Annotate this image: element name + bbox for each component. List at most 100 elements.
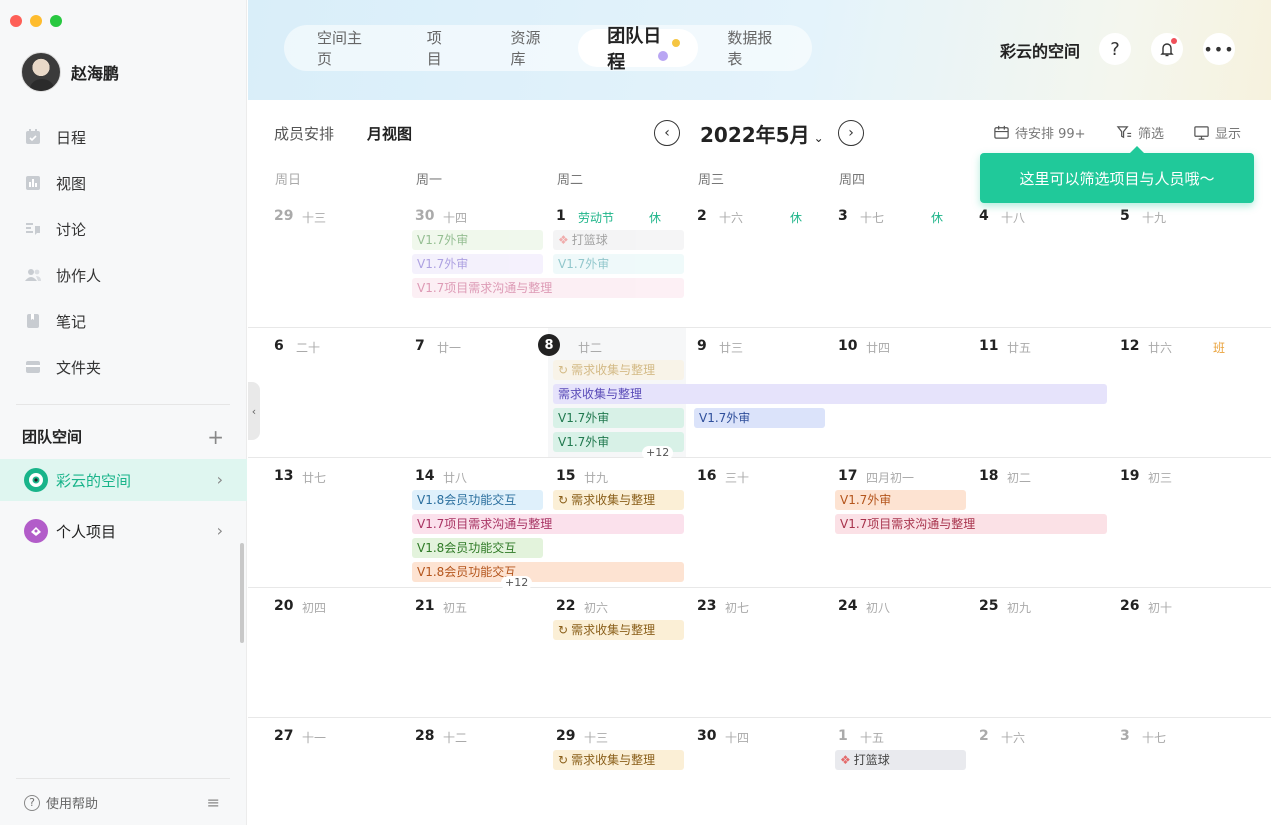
member-schedule-tab[interactable]: 成员安排 bbox=[274, 123, 334, 144]
calendar-day-cell[interactable]: 2 十六 bbox=[953, 718, 1094, 748]
calendar-day-cell[interactable]: 7 廿一 bbox=[389, 328, 530, 358]
calendar-day-cell[interactable]: 2 十六 休 bbox=[671, 198, 812, 228]
calendar-day-cell[interactable]: 25 初九 bbox=[953, 588, 1094, 618]
calendar-event[interactable]: 需求收集与整理 bbox=[553, 384, 1107, 404]
current-space-name[interactable]: 彩云的空间 bbox=[1000, 38, 1080, 62]
calendar-event[interactable]: ❖ 打篮球 bbox=[553, 230, 684, 250]
day-number: 3 bbox=[1120, 728, 1130, 744]
sidebar-space-caiyun[interactable]: 彩云的空间 › bbox=[0, 459, 247, 501]
calendar-event[interactable]: V1.7项目需求沟通与整理 bbox=[412, 514, 684, 534]
calendar-day-cell[interactable]: 3 十七 bbox=[1094, 718, 1235, 748]
tab-data-reports[interactable]: 数据报表 bbox=[698, 29, 808, 68]
pending-button[interactable]: 待安排 99+ bbox=[993, 123, 1086, 142]
month-view-tab[interactable]: 月视图 bbox=[367, 123, 412, 144]
calendar-day-cell[interactable]: 20 初四 bbox=[248, 588, 389, 618]
help-icon: ? bbox=[24, 794, 40, 811]
calendar-day-cell[interactable]: 18 初二 bbox=[953, 458, 1094, 488]
calendar-day-cell[interactable]: 30 十四 bbox=[389, 198, 530, 228]
add-space-button[interactable]: + bbox=[207, 427, 224, 447]
calendar-day-cell[interactable]: 21 初五 bbox=[389, 588, 530, 618]
event-title: V1.7外审 bbox=[417, 233, 469, 247]
calendar-event[interactable]: ↻ 需求收集与整理 bbox=[553, 620, 684, 640]
day-number: 20 bbox=[274, 598, 294, 614]
sidebar-item-views[interactable]: 视图 bbox=[0, 160, 247, 206]
calendar-day-cell[interactable]: 1 十五 bbox=[812, 718, 953, 748]
calendar-day-cell[interactable]: 9 廿三 bbox=[671, 328, 812, 358]
repeat-icon: ↻ bbox=[558, 623, 569, 637]
calendar-event[interactable]: V1.8会员功能交互 bbox=[412, 538, 543, 558]
calendar-event[interactable]: V1.8会员功能交互 bbox=[412, 562, 684, 582]
calendar-event[interactable]: V1.7外审 bbox=[412, 254, 543, 274]
help-link[interactable]: ? 使用帮助 bbox=[24, 793, 98, 812]
calendar-event[interactable]: ↻ 需求收集与整理 bbox=[553, 750, 684, 770]
lunar-date: 十六 bbox=[719, 211, 744, 225]
sidebar-item-label: 讨论 bbox=[56, 220, 87, 239]
calendar-day-cell[interactable]: 14 廿八 bbox=[389, 458, 530, 488]
calendar-day-cell[interactable]: 3 十七 休 bbox=[812, 198, 953, 228]
tab-projects[interactable]: 项目 bbox=[398, 29, 482, 68]
display-button[interactable]: 显示 bbox=[1193, 123, 1241, 142]
calendar-day-cell[interactable]: 6 二十 bbox=[248, 328, 389, 358]
calendar-event[interactable]: V1.8会员功能交互 bbox=[412, 490, 543, 510]
calendar-day-cell[interactable]: 27 十一 bbox=[248, 718, 389, 748]
event-title: 需求收集与整理 bbox=[571, 623, 656, 637]
sidebar-item-discussion[interactable]: 讨论 bbox=[0, 206, 247, 252]
month-selector[interactable]: 2022年5月 ⌄ bbox=[700, 119, 824, 148]
calendar-day-cell[interactable]: 28 十二 bbox=[389, 718, 530, 748]
calendar-day-cell[interactable]: 11 廿五 bbox=[953, 328, 1094, 358]
calendar-day-cell[interactable]: 29 十三 bbox=[248, 198, 389, 228]
notification-badge bbox=[1171, 38, 1177, 44]
calendar-event[interactable]: V1.7外审 bbox=[694, 408, 825, 428]
help-button[interactable]: ? bbox=[1099, 33, 1131, 65]
calendar-day-cell[interactable]: 12 廿六 班 bbox=[1094, 328, 1235, 358]
calendar-day-cell[interactable]: 29 十三 bbox=[530, 718, 671, 748]
sidebar-item-schedule[interactable]: 日程 bbox=[0, 114, 247, 160]
prev-month-button[interactable]: ‹ bbox=[654, 120, 680, 146]
sidebar-item-notes[interactable]: 笔记 bbox=[0, 298, 247, 344]
notifications-button[interactable] bbox=[1151, 33, 1183, 65]
calendar-day-cell[interactable]: 23 初七 bbox=[671, 588, 812, 618]
calendar-day-cell[interactable]: 16 三十 bbox=[671, 458, 812, 488]
next-month-button[interactable]: › bbox=[838, 120, 864, 146]
calendar-day-cell[interactable]: 10 廿四 bbox=[812, 328, 953, 358]
avatar[interactable] bbox=[21, 52, 61, 92]
calendar-event[interactable]: ↻ 需求收集与整理 bbox=[553, 360, 684, 380]
calendar-event[interactable]: V1.7外审 bbox=[835, 490, 966, 510]
maximize-window-button[interactable] bbox=[50, 15, 62, 27]
lunar-date: 三十 bbox=[725, 471, 750, 485]
tab-team-schedule[interactable]: 团队日程 bbox=[578, 26, 699, 73]
user-profile[interactable]: 赵海鹏 bbox=[21, 52, 119, 92]
calendar-event[interactable]: V1.7外审 bbox=[553, 408, 684, 428]
sidebar-item-collaborators[interactable]: 协作人 bbox=[0, 252, 247, 298]
calendar-event[interactable]: V1.7项目需求沟通与整理 bbox=[412, 278, 684, 298]
event-title: 需求收集与整理 bbox=[558, 387, 643, 401]
calendar-day-cell[interactable]: 17 四月初一 bbox=[812, 458, 953, 488]
close-window-button[interactable] bbox=[10, 15, 22, 27]
day-number: 26 bbox=[1120, 598, 1140, 614]
tab-resources[interactable]: 资源库 bbox=[482, 29, 579, 68]
calendar-event[interactable]: V1.7外审 bbox=[553, 254, 684, 274]
filter-button[interactable]: 筛选 bbox=[1116, 123, 1164, 142]
chevron-down-icon: ⌄ bbox=[813, 131, 824, 145]
day-number: 5 bbox=[1120, 208, 1130, 224]
calendar-day-cell[interactable]: 19 初三 bbox=[1094, 458, 1235, 488]
calendar-day-cell[interactable]: 15 廿九 bbox=[530, 458, 671, 488]
calendar-event[interactable]: ❖ 打篮球 bbox=[835, 750, 966, 770]
calendar-event[interactable]: V1.7项目需求沟通与整理 bbox=[835, 514, 1107, 534]
minimize-window-button[interactable] bbox=[30, 15, 42, 27]
calendar-day-cell[interactable]: 26 初十 bbox=[1094, 588, 1235, 618]
sidebar-item-folder[interactable]: 文件夹 bbox=[0, 344, 247, 390]
menu-icon[interactable]: ≡ bbox=[207, 793, 220, 812]
calendar-event[interactable]: V1.7外审 bbox=[412, 230, 543, 250]
calendar-day-cell[interactable]: 22 初六 bbox=[530, 588, 671, 618]
tab-space-home[interactable]: 空间主页 bbox=[288, 29, 398, 68]
calendar-day-cell[interactable]: 1 劳动节 休 bbox=[530, 198, 671, 228]
more-button[interactable]: ••• bbox=[1203, 33, 1235, 65]
calendar-day-cell[interactable]: 8 廿二 bbox=[530, 328, 671, 358]
calendar-day-cell[interactable]: 13 廿七 bbox=[248, 458, 389, 488]
calendar-event[interactable]: ↻ 需求收集与整理 bbox=[553, 490, 684, 510]
calendar-day-cell[interactable]: 30 十四 bbox=[671, 718, 812, 748]
sidebar-space-personal[interactable]: 个人项目 › bbox=[0, 510, 247, 552]
sidebar-scrollbar[interactable] bbox=[240, 543, 244, 643]
calendar-day-cell[interactable]: 24 初八 bbox=[812, 588, 953, 618]
